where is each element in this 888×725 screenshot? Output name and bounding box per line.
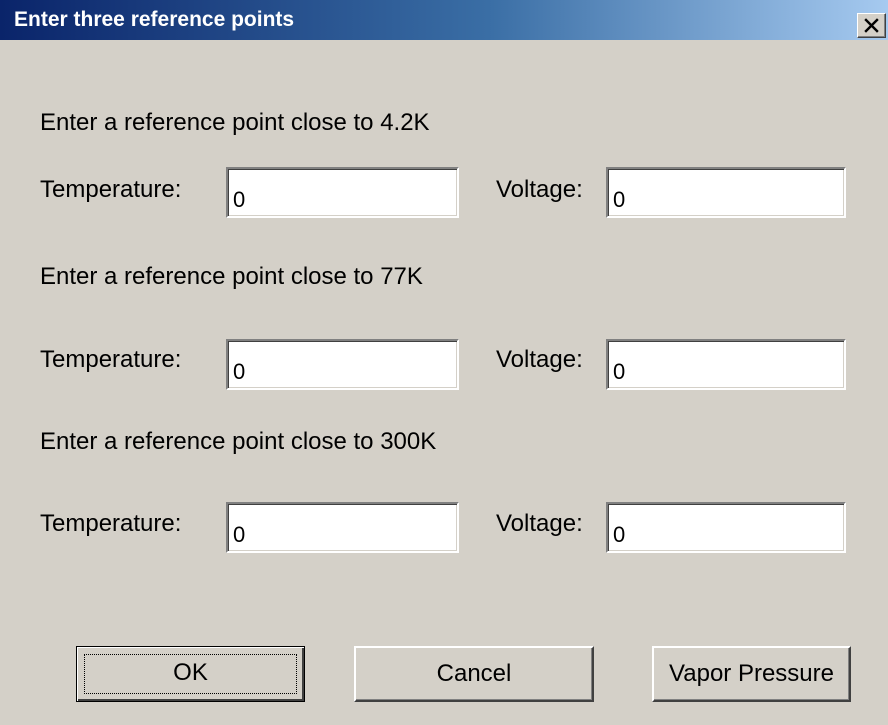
temperature-input-300k[interactable] [226,502,459,553]
temperature-input-4-2k[interactable] [226,167,459,218]
voltage-label-4-2k: Voltage: [496,176,583,203]
temperature-label-77k: Temperature: [40,346,182,373]
voltage-input-300k[interactable] [606,502,846,553]
title-bar[interactable]: Enter three reference points [0,0,888,40]
voltage-input-4-2k[interactable] [606,167,846,218]
section-heading-4-2k: Enter a reference point close to 4.2K [40,109,430,136]
section-heading-300k: Enter a reference point close to 300K [40,428,437,455]
cancel-button-label: Cancel [436,660,512,687]
voltage-input-77k[interactable] [606,339,846,390]
section-heading-77k: Enter a reference point close to 77K [40,263,423,290]
vapor-pressure-button[interactable]: Vapor Pressure [652,646,851,702]
cancel-button[interactable]: Cancel [354,646,594,702]
close-button[interactable] [857,13,886,38]
ok-button[interactable]: OK [76,646,305,702]
voltage-label-300k: Voltage: [496,510,583,537]
vapor-pressure-button-label: Vapor Pressure [669,660,834,687]
close-icon [864,18,879,33]
ok-button-label: OK [173,659,208,686]
voltage-label-77k: Voltage: [496,346,583,373]
temperature-label-4-2k: Temperature: [40,176,182,203]
temperature-label-300k: Temperature: [40,510,182,537]
temperature-input-77k[interactable] [226,339,459,390]
dialog-title: Enter three reference points [14,8,295,31]
reference-points-dialog: Enter three reference points Enter a ref… [0,0,888,725]
